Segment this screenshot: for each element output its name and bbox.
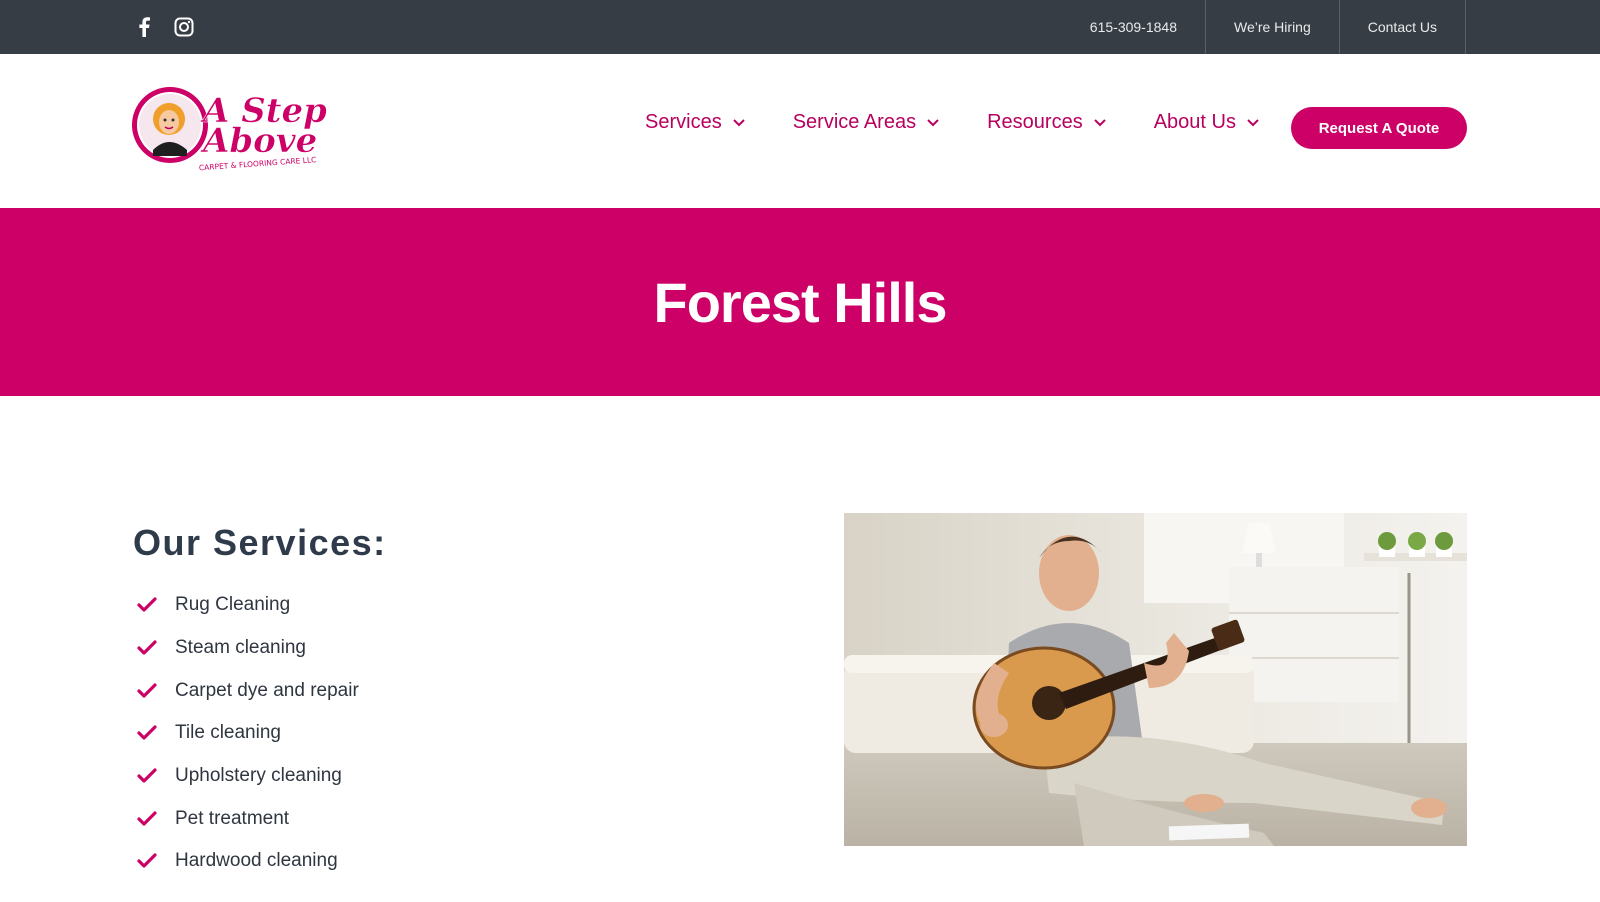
nav-label: Resources (987, 110, 1083, 133)
contact-link[interactable]: Contact Us (1338, 0, 1466, 54)
site-logo[interactable]: A Step Above CARPET & FLOORING CARE LLC (131, 86, 331, 176)
top-bar: 615-309-1848 We’re Hiring Contact Us (0, 0, 1600, 54)
main-nav: Services Service Areas Resources About U… (645, 104, 1307, 140)
check-icon (137, 638, 157, 658)
service-label: Carpet dye and repair (175, 679, 359, 701)
logo-line2: Above (200, 121, 317, 161)
chevron-down-icon (1246, 115, 1260, 129)
list-item: Pet treatment (137, 797, 359, 840)
list-item: Upholstery cleaning (137, 755, 359, 798)
service-label: Rug Cleaning (175, 594, 291, 616)
chevron-down-icon (1093, 115, 1107, 129)
list-item: Tile cleaning (137, 712, 359, 755)
list-item: Carpet dye and repair (137, 669, 359, 712)
service-label: Upholstery cleaning (175, 765, 342, 787)
facebook-icon[interactable] (131, 14, 157, 40)
nav-about-us[interactable]: About Us (1154, 104, 1260, 140)
check-icon (137, 809, 157, 829)
service-label: Steam cleaning (175, 637, 306, 659)
check-icon (137, 681, 157, 701)
instagram-icon[interactable] (171, 14, 197, 40)
chevron-down-icon (926, 115, 940, 129)
check-icon (137, 851, 157, 871)
nav-label: About Us (1153, 110, 1236, 133)
site-header: A Step Above CARPET & FLOORING CARE LLC … (0, 54, 1600, 208)
nav-label: Services (645, 110, 722, 133)
services-heading: Our Services: (133, 522, 387, 563)
nav-services[interactable]: Services (645, 104, 746, 140)
list-item: Rug Cleaning (137, 584, 359, 627)
nav-service-areas[interactable]: Service Areas (793, 104, 940, 140)
request-quote-button[interactable]: Request A Quote (1291, 107, 1467, 149)
nav-label: Service Areas (792, 110, 917, 133)
social-links (131, 14, 197, 40)
chevron-down-icon (732, 115, 746, 129)
services-list: Rug Cleaning Steam cleaning Carpet dye a… (137, 584, 359, 883)
service-label: Pet treatment (175, 807, 290, 829)
check-icon (137, 595, 157, 615)
man-playing-guitar-photo (844, 513, 1467, 846)
top-links: 615-309-1848 We’re Hiring Contact Us (1062, 0, 1466, 54)
list-item: Hardwood cleaning (137, 840, 359, 883)
service-label: Tile cleaning (175, 722, 281, 744)
check-icon (137, 723, 157, 743)
page-title: Forest Hills (653, 270, 948, 334)
hiring-link[interactable]: We’re Hiring (1204, 0, 1339, 54)
check-icon (137, 766, 157, 786)
hero-banner: Forest Hills (0, 208, 1600, 396)
list-item: Steam cleaning (137, 627, 359, 670)
nav-resources[interactable]: Resources (987, 104, 1107, 140)
phone-link[interactable]: 615-309-1848 (1062, 0, 1205, 54)
service-label: Hardwood cleaning (175, 850, 338, 872)
